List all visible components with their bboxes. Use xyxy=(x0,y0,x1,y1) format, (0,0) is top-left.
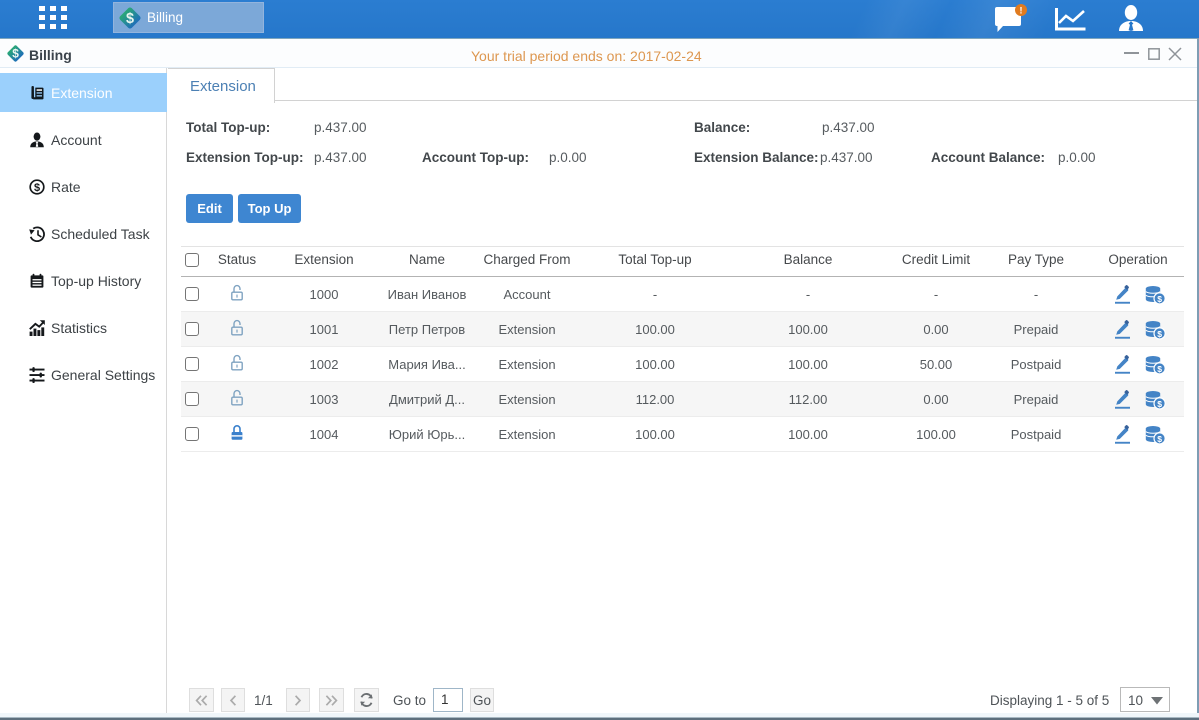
svg-text:$: $ xyxy=(34,182,40,194)
svg-text:$: $ xyxy=(1157,329,1162,339)
svg-text:$: $ xyxy=(126,11,134,27)
svg-text:$: $ xyxy=(1157,399,1162,409)
svg-text:$: $ xyxy=(1157,364,1162,374)
svg-text:$: $ xyxy=(12,47,19,61)
svg-text:$: $ xyxy=(1157,294,1162,304)
svg-text:$: $ xyxy=(1157,434,1162,444)
svg-text:!: ! xyxy=(1020,5,1023,15)
